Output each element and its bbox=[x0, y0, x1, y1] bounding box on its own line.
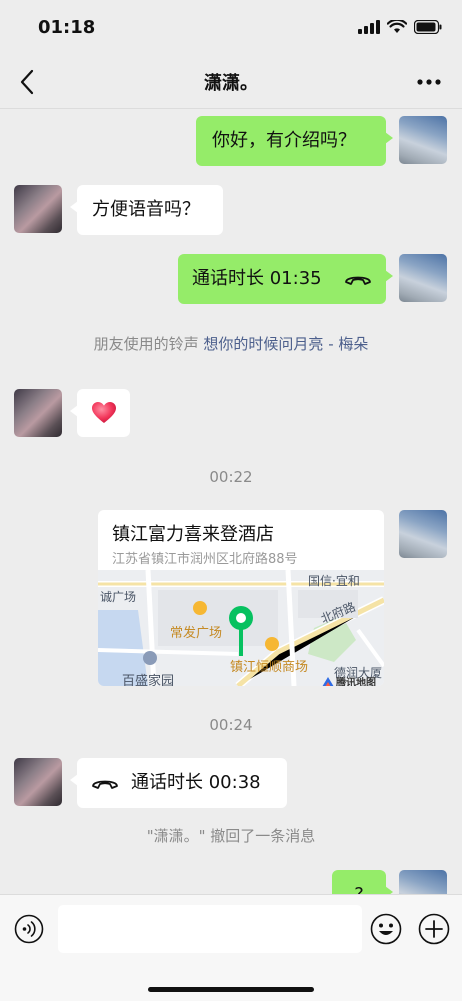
ringtone-notice: 朋友使用的铃声 想你的时候问月亮 - 梅朵 bbox=[0, 333, 462, 354]
map-label: 国信·宜和 bbox=[308, 574, 360, 588]
timestamp: 00:22 bbox=[209, 468, 253, 486]
message-bubble-contact[interactable]: 方便语音吗？ bbox=[70, 185, 223, 235]
phone-icon bbox=[92, 780, 118, 789]
emoji-icon[interactable] bbox=[370, 913, 402, 945]
location-card[interactable]: 镇江富力喜来登酒店 江苏省镇江市润州区北府路88号 国信·宜和 诚广场 北府路 … bbox=[98, 510, 384, 686]
map-logo-text: 腾讯地图 bbox=[336, 678, 376, 686]
battery-icon bbox=[414, 20, 442, 34]
add-more-icon[interactable] bbox=[418, 913, 450, 945]
location-name: 镇江富力喜来登酒店 bbox=[112, 524, 274, 545]
avatar-contact[interactable] bbox=[14, 758, 62, 806]
avatar-self[interactable] bbox=[399, 510, 447, 558]
ringtone-song-link[interactable]: 想你的时候问月亮 - 梅朵 bbox=[203, 335, 368, 353]
map-logo: 腾讯地图 bbox=[322, 674, 376, 686]
timestamp: 00:24 bbox=[209, 716, 253, 734]
call-record-bubble-contact[interactable]: 通话时长 00:38 bbox=[70, 758, 287, 808]
call-duration-label: 通话时长 01:35 bbox=[192, 268, 322, 289]
signal-icon bbox=[358, 20, 380, 34]
status-icons bbox=[358, 20, 442, 34]
message-bubble-self[interactable]: 你好，有介绍吗？ bbox=[196, 116, 393, 166]
map-label: 诚广场 bbox=[100, 590, 137, 604]
status-time: 01:18 bbox=[38, 17, 96, 38]
call-record-bubble-self[interactable]: 通话时长 01:35 bbox=[178, 254, 393, 304]
chat-header: 潇潇。 bbox=[0, 56, 462, 109]
phone-icon bbox=[345, 276, 371, 285]
location-address: 江苏省镇江市润州区北府路88号 bbox=[112, 552, 298, 567]
voice-input-icon[interactable] bbox=[14, 914, 44, 944]
wifi-icon bbox=[387, 20, 407, 33]
avatar-contact[interactable] bbox=[14, 185, 62, 233]
recall-notice: "潇潇。" 撤回了一条消息 bbox=[146, 827, 316, 845]
status-bar: 01:18 bbox=[0, 0, 462, 56]
message-input[interactable] bbox=[58, 905, 362, 953]
map-preview[interactable]: 国信·宜和 诚广场 北府路 常发广场 镇江恒顺商场 百盛家园 德润大厦 腾讯地图 bbox=[98, 570, 384, 686]
map-label: 镇江恒顺商场 bbox=[230, 660, 309, 675]
avatar-contact[interactable] bbox=[14, 389, 62, 437]
avatar-self[interactable] bbox=[399, 116, 447, 164]
map-label: 百盛家园 bbox=[122, 674, 175, 686]
message-text: 方便语音吗？ bbox=[92, 199, 200, 220]
emoji-bubble-contact[interactable] bbox=[70, 389, 130, 437]
home-indicator bbox=[148, 987, 314, 992]
avatar-self[interactable] bbox=[399, 254, 447, 302]
map-label: 常发广场 bbox=[170, 626, 223, 641]
tencent-map-icon bbox=[322, 676, 334, 686]
heart-icon bbox=[92, 402, 116, 423]
message-text: 你好，有介绍吗？ bbox=[212, 130, 356, 151]
chat-title: 潇潇。 bbox=[204, 73, 258, 94]
more-options-icon[interactable] bbox=[416, 74, 442, 90]
ringtone-prefix: 朋友使用的铃声 bbox=[93, 335, 199, 353]
input-bar bbox=[0, 894, 462, 1001]
call-duration-label: 通话时长 00:38 bbox=[131, 772, 261, 793]
